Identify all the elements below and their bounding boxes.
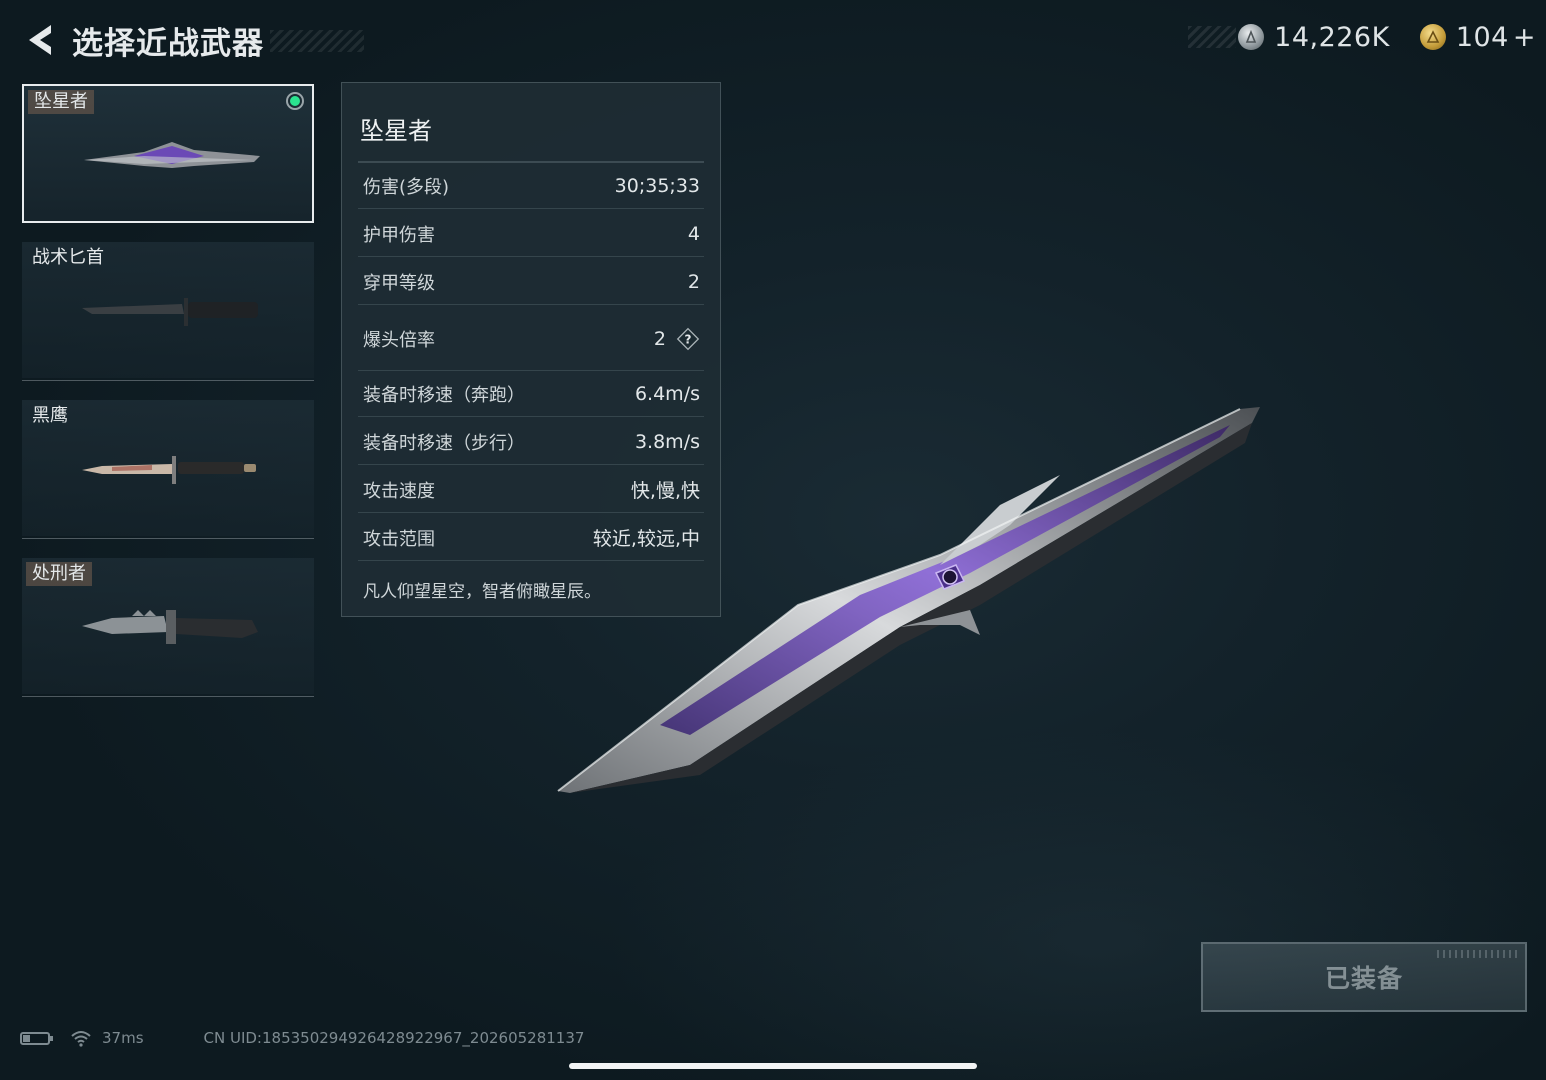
equipped-button[interactable]: 已装备 bbox=[1201, 942, 1527, 1012]
weapon-name: 坠星者 bbox=[28, 90, 94, 114]
gold-coin-icon bbox=[1419, 24, 1446, 50]
stat-row-damage: 伤害(多段) 30;35;33 bbox=[358, 163, 704, 209]
stat-value: 2 bbox=[653, 327, 666, 350]
currency-bar: 14,226K 104 + bbox=[1188, 20, 1536, 54]
status-bar: 37ms CN UID:1853502949264289229​67_20260… bbox=[20, 1026, 584, 1050]
silver-amount: 14,226K bbox=[1274, 21, 1390, 53]
home-indicator[interactable] bbox=[569, 1063, 977, 1069]
stat-value-group: 2 ? bbox=[654, 327, 704, 351]
stat-value: 2 bbox=[687, 270, 700, 293]
user-uid: CN UID:1853502949264289229​67_2026052811… bbox=[203, 1029, 585, 1047]
black-eagle-knife-image bbox=[82, 456, 256, 484]
silver-coin-icon bbox=[1238, 24, 1265, 50]
stat-label: 攻击范围 bbox=[363, 528, 435, 550]
stat-label: 装备时移速（奔跑） bbox=[363, 384, 525, 406]
help-icon[interactable]: ? bbox=[676, 327, 700, 351]
currency-decoration bbox=[1188, 26, 1237, 48]
stat-label: 穿甲等级 bbox=[363, 272, 435, 294]
weapon-name: 黑鹰 bbox=[32, 405, 68, 426]
stat-row-headshot-multiplier: 爆头倍率 2 ? bbox=[358, 307, 704, 371]
game-screen: 选择近战武器 14,226K 104 + 坠星者 战术匕首 黑鹰 处刑者 坠星者… bbox=[0, 0, 1546, 1080]
weapon-card-starfall[interactable]: 坠星者 bbox=[22, 84, 314, 223]
weapon-card-black-eagle[interactable]: 黑鹰 bbox=[22, 400, 314, 539]
stat-row-armor-damage: 护甲伤害 4 bbox=[358, 211, 704, 257]
equipped-button-label: 已装备 bbox=[1324, 964, 1403, 993]
executioner-knife-image bbox=[82, 610, 258, 644]
stat-label: 护甲伤害 bbox=[363, 224, 435, 246]
stats-title: 坠星者 bbox=[360, 117, 432, 145]
svg-text:?: ? bbox=[685, 332, 692, 346]
starfall-knife-render bbox=[557, 407, 1260, 793]
equipped-indicator-icon bbox=[286, 92, 304, 110]
tactical-dagger-image bbox=[82, 298, 258, 326]
stat-label: 攻击速度 bbox=[363, 480, 435, 502]
button-decoration bbox=[1437, 950, 1517, 958]
stat-label: 装备时移速（步行） bbox=[363, 432, 525, 454]
starfall-knife-image bbox=[84, 142, 260, 168]
page-title: 选择近战武器 bbox=[72, 25, 264, 62]
stat-row-armor-penetration: 穿甲等级 2 bbox=[358, 259, 704, 305]
ping-value: 37ms bbox=[102, 1029, 144, 1047]
weapon-name: 处刑者 bbox=[26, 562, 92, 586]
weapon-card-tactical-dagger[interactable]: 战术匕首 bbox=[22, 242, 314, 381]
gold-amount: 104 bbox=[1455, 21, 1509, 53]
battery-icon bbox=[20, 1031, 53, 1045]
weapon-card-executioner[interactable]: 处刑者 bbox=[22, 558, 314, 697]
back-button[interactable] bbox=[18, 20, 58, 60]
header: 选择近战武器 bbox=[18, 18, 264, 62]
stat-value: 4 bbox=[687, 222, 700, 245]
stat-value: 30;35;33 bbox=[614, 174, 700, 197]
chevron-left-icon bbox=[29, 25, 51, 55]
title-decoration bbox=[270, 30, 364, 52]
wifi-icon bbox=[71, 1031, 91, 1047]
stat-label: 爆头倍率 bbox=[363, 329, 435, 351]
stat-label: 伤害(多段) bbox=[363, 176, 450, 198]
add-currency-button[interactable]: + bbox=[1513, 22, 1536, 53]
weapon-name: 战术匕首 bbox=[32, 247, 104, 268]
